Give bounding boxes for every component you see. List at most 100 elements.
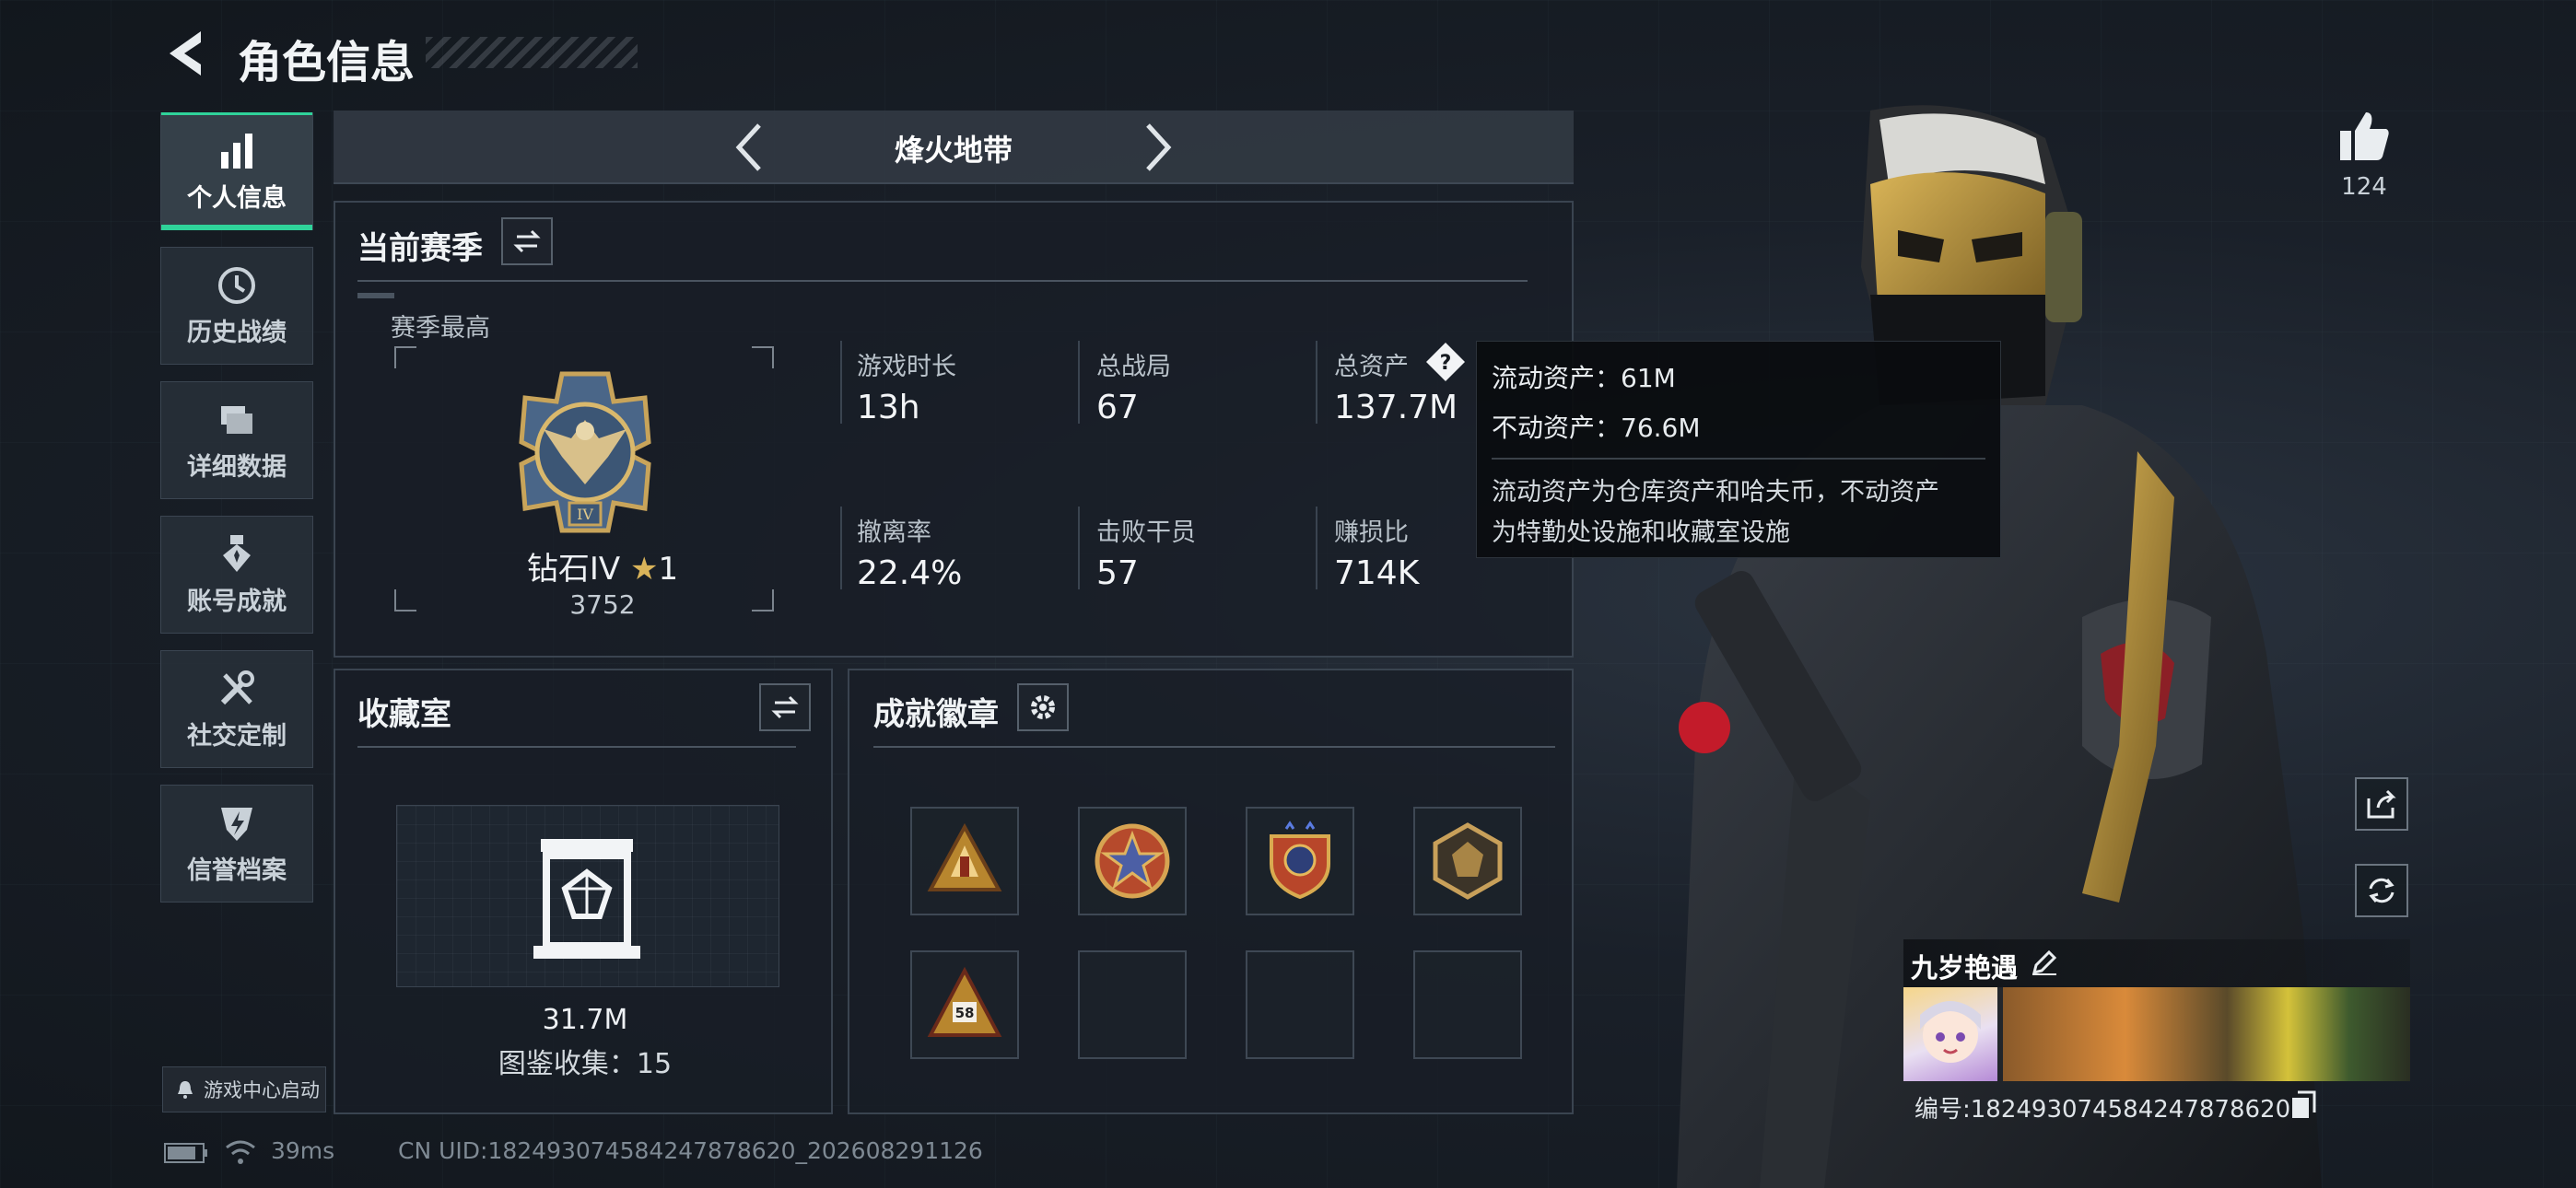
- sidebar-item-social[interactable]: 社交定制: [160, 650, 313, 768]
- sidebar-item-personal-info[interactable]: 个人信息: [160, 112, 313, 230]
- divider: [873, 746, 1555, 748]
- collection-switch-button[interactable]: [759, 683, 811, 731]
- page-title: 角色信息: [238, 37, 416, 88]
- swap-icon: [771, 695, 799, 719]
- stat-label: 游戏时长: [857, 353, 956, 381]
- uid-text: CN UID:182493074584247878620_20260829112…: [398, 1137, 983, 1164]
- sidebar-item-details[interactable]: 详细数据: [160, 381, 313, 499]
- decor-tick: [357, 293, 394, 298]
- divider: [1492, 458, 1985, 460]
- title-decoration: [426, 37, 638, 68]
- tools-icon: [220, 670, 254, 705]
- season-switch-button[interactable]: [501, 217, 553, 265]
- refresh-button[interactable]: [2355, 864, 2408, 917]
- gear-icon: [1031, 695, 1055, 719]
- battery-icon: [164, 1143, 207, 1163]
- achievements-settings-button[interactable]: [1017, 683, 1069, 731]
- like-count: 124: [2341, 173, 2387, 201]
- divider: [1316, 507, 1317, 589]
- game-center-launch-button[interactable]: 游戏中心启动: [162, 1066, 326, 1112]
- display-case-icon: [533, 839, 640, 959]
- season-title: 当前赛季: [357, 230, 483, 267]
- asset-description-line: 流动资产为仓库资产和哈夫币，不动资产: [1492, 478, 1939, 507]
- medal-icon: [223, 534, 251, 572]
- badge-slot-empty[interactable]: [1246, 950, 1354, 1059]
- badge-slot[interactable]: [1246, 807, 1354, 915]
- help-icon[interactable]: ?: [1424, 341, 1467, 383]
- share-button[interactable]: [2355, 777, 2408, 831]
- sidebar-item-history[interactable]: 历史战绩: [160, 247, 313, 365]
- divider: [1316, 341, 1317, 424]
- sidebar-item-label: 社交定制: [187, 721, 287, 751]
- collection-title: 收藏室: [357, 696, 451, 733]
- rank-line: 钻石IV ★1: [335, 543, 870, 588]
- mode-title: 烽火地带: [894, 133, 1013, 168]
- stat-value: 13h: [857, 389, 920, 426]
- wifi-icon: [226, 1140, 255, 1164]
- back-arrow-icon[interactable]: [164, 28, 206, 79]
- stat-value: 137.7M: [1334, 389, 1458, 426]
- collection-panel[interactable]: 收藏室 31.7M 图鉴收集：15: [334, 669, 833, 1114]
- chevron-right-icon[interactable]: [1139, 120, 1176, 175]
- svg-text:?: ?: [1440, 352, 1452, 375]
- shield-bolt-icon: [221, 807, 252, 841]
- collection-preview: [396, 805, 779, 987]
- ping-text: 39ms: [271, 1137, 335, 1164]
- avatar[interactable]: [1903, 987, 1997, 1081]
- bar-chart-icon: [221, 133, 252, 169]
- achievements-title: 成就徽章: [873, 696, 999, 733]
- badge-slot[interactable]: [910, 807, 1019, 915]
- collection-value: 31.7M: [542, 1004, 628, 1036]
- divider: [840, 341, 842, 424]
- diamond-rank-emblem: IV: [519, 371, 651, 533]
- sidebar-item-label: 信誉档案: [187, 856, 287, 885]
- fixed-assets-text: 不动资产：76.6M: [1492, 413, 1701, 443]
- share-icon: [2367, 789, 2396, 819]
- sidebar-item-label: 账号成就: [187, 587, 287, 616]
- triangle-58-badge-icon: 58: [927, 966, 1002, 1037]
- player-name-card: 九岁艳遇 编号:182493074584247878620: [1903, 939, 2410, 1124]
- avatar-face-icon: [1920, 1001, 1981, 1063]
- svg-text:IV: IV: [577, 506, 593, 523]
- stat-value: 67: [1096, 389, 1139, 426]
- stat-value: 22.4%: [857, 554, 963, 592]
- launch-label: 游戏中心启动: [204, 1079, 320, 1101]
- divider: [357, 746, 796, 748]
- asset-description-line: 为特勤处设施和收藏室设施: [1492, 518, 1790, 547]
- stat-label: 撤离率: [857, 518, 931, 547]
- star-round-badge-icon: [1095, 823, 1170, 899]
- badge-slot[interactable]: [1413, 807, 1522, 915]
- thumbs-up-icon[interactable]: [2336, 109, 2392, 162]
- divider: [1078, 507, 1080, 589]
- mode-selector: 烽火地带: [334, 111, 1574, 184]
- refresh-icon: [2369, 878, 2395, 903]
- copy-icon[interactable]: [2290, 1090, 2316, 1120]
- stat-label: 总战局: [1096, 353, 1171, 381]
- badge-slot[interactable]: [1078, 807, 1187, 915]
- sidebar-item-achievements[interactable]: 账号成就: [160, 516, 313, 634]
- rank-stars: 1: [658, 551, 679, 588]
- folders-icon: [221, 405, 252, 434]
- edit-pencil-icon[interactable]: [2031, 949, 2058, 976]
- asset-tooltip: 流动资产：61M 不动资产：76.6M 流动资产为仓库资产和哈夫币，不动资产 为…: [1476, 341, 2001, 558]
- sidebar-item-credit[interactable]: 信誉档案: [160, 785, 313, 903]
- collection-count: 图鉴收集：15: [498, 1048, 673, 1080]
- liquid-assets-text: 流动资产：61M: [1492, 363, 1676, 393]
- gold-star-icon: ★: [629, 551, 659, 588]
- frame-corner: [752, 346, 774, 368]
- sidebar-item-label: 个人信息: [187, 183, 287, 213]
- divider: [840, 507, 842, 589]
- rank-score: 3752: [569, 589, 636, 620]
- stat-label: 击败干员: [1096, 518, 1196, 547]
- badge-slot[interactable]: 58: [910, 950, 1019, 1059]
- stat-label: 赚损比: [1334, 518, 1409, 547]
- triangle-badge-icon: [927, 822, 1002, 891]
- stat-value: 57: [1096, 554, 1139, 592]
- shield-star-badge-icon: [1270, 821, 1330, 900]
- badge-slot-empty[interactable]: [1078, 950, 1187, 1059]
- rank-name: 钻石IV: [526, 551, 621, 588]
- achievements-panel[interactable]: 成就徽章 58: [848, 669, 1574, 1114]
- hex-lion-badge-icon: [1433, 822, 1503, 900]
- divider: [357, 280, 1528, 282]
- badge-slot-empty[interactable]: [1413, 950, 1522, 1059]
